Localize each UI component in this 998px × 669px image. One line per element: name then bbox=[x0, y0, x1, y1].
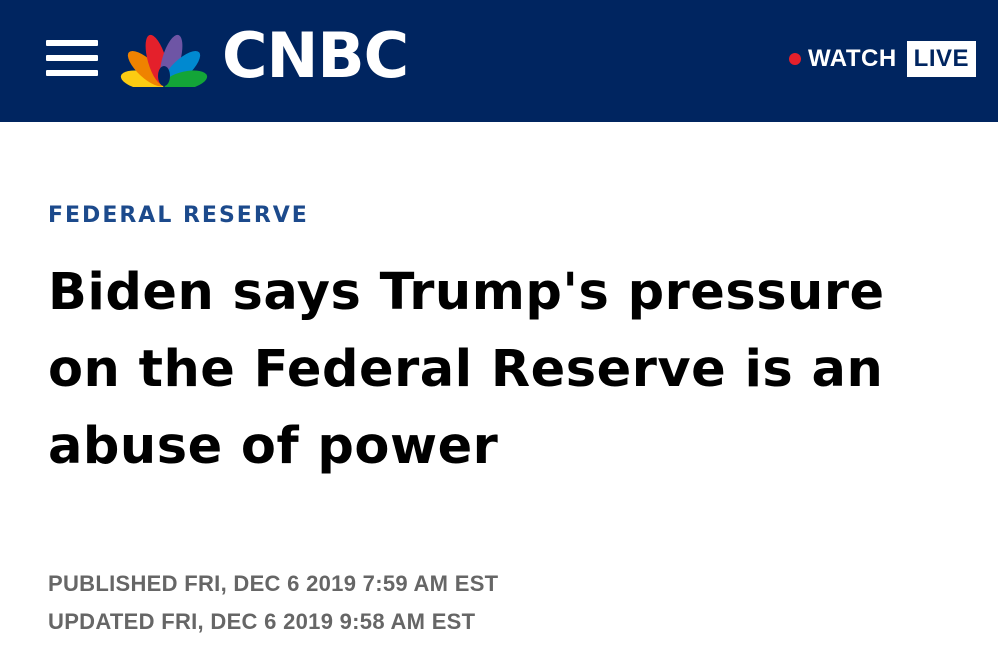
article-header: FEDERAL RESERVE Biden says Trump's press… bbox=[48, 196, 968, 485]
watch-live-button[interactable]: WATCH LIVE bbox=[788, 40, 976, 78]
live-dot-icon bbox=[788, 53, 801, 65]
nbc-peacock-icon bbox=[120, 34, 208, 87]
menu-bar bbox=[46, 70, 98, 76]
brand-name: CNBC bbox=[222, 19, 409, 92]
site-header: CNBC WATCH LIVE bbox=[0, 0, 998, 122]
section-link[interactable]: FEDERAL RESERVE bbox=[48, 196, 309, 236]
cnbc-logo[interactable]: CNBC bbox=[114, 19, 409, 92]
live-badge: LIVE bbox=[906, 41, 976, 77]
hamburger-menu-icon[interactable] bbox=[44, 38, 100, 78]
published-timestamp: PUBLISHED FRI, DEC 6 2019 7:59 AM EST bbox=[48, 571, 499, 596]
article-timestamps: PUBLISHED FRI, DEC 6 2019 7:59 AM EST UP… bbox=[48, 565, 498, 641]
article-headline: Biden says Trump's pressure on the Feder… bbox=[48, 263, 885, 476]
menu-bar bbox=[46, 55, 98, 61]
updated-timestamp: UPDATED FRI, DEC 6 2019 9:58 AM EST bbox=[48, 609, 476, 634]
menu-bar bbox=[46, 40, 98, 46]
watch-label: WATCH bbox=[807, 45, 897, 72]
